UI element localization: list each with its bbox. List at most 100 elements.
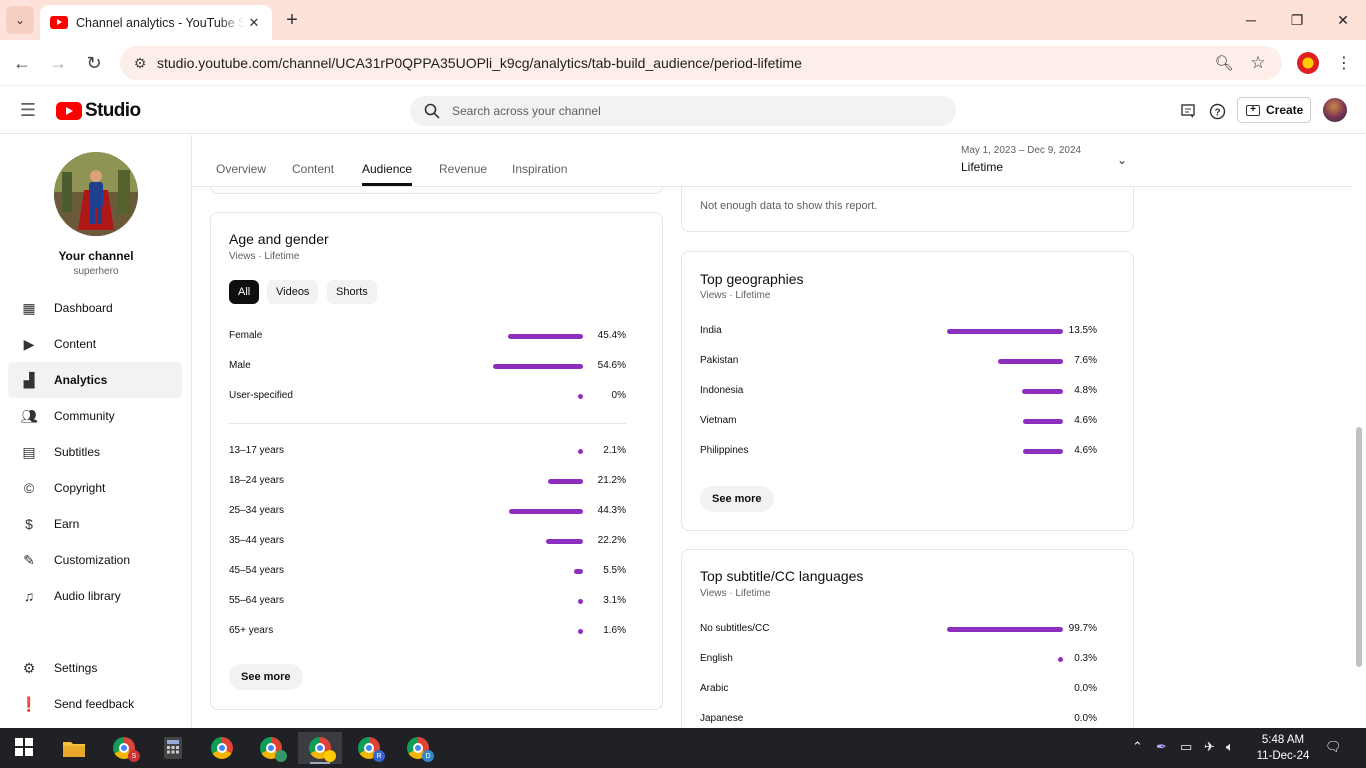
sidebar-item-audio-library[interactable]: ♫ Audio library — [8, 578, 182, 614]
search-icon[interactable] — [422, 101, 442, 121]
help-icon[interactable]: ? — [1204, 98, 1230, 124]
new-tab-icon[interactable]: + — [280, 8, 304, 32]
sidebar: Your channel superhero ▦ Dashboard ▶ Con… — [0, 135, 192, 728]
tab-inspiration[interactable]: Inspiration — [512, 162, 567, 186]
channel-avatar[interactable] — [54, 152, 138, 236]
bookmark-star-icon[interactable]: ☆ — [1246, 51, 1270, 75]
row-value: 4.8% — [1074, 385, 1097, 396]
browser-tab[interactable]: Channel analytics - YouTube Studio ✕ — [40, 5, 272, 40]
row-label: User-specified — [229, 390, 293, 401]
browser-profile-avatar[interactable] — [1297, 52, 1319, 74]
studio-header: ☰ Studio ? + Create — [0, 86, 1366, 134]
sidebar-item-label: Send feedback — [54, 697, 135, 711]
row-bar — [548, 479, 583, 484]
geographies-see-more-button[interactable]: See more — [700, 486, 774, 512]
chrome-profile-d-icon[interactable]: D — [396, 732, 440, 764]
sidebar-item-label: Content — [54, 337, 97, 351]
windows-start-icon[interactable] — [8, 738, 40, 758]
card-subtitle: Views · Lifetime — [700, 290, 771, 301]
row-bar — [1022, 389, 1063, 394]
age-gender-see-more-button[interactable]: See more — [229, 664, 303, 690]
row-value: 4.6% — [1074, 445, 1097, 456]
chevron-down-icon[interactable]: ⌄ — [1113, 151, 1131, 169]
sidebar-item-label: Settings — [54, 661, 98, 675]
sidebar-item-dashboard[interactable]: ▦ Dashboard — [8, 290, 182, 326]
tab-overview[interactable]: Overview — [216, 162, 266, 186]
row-label: 13–17 years — [229, 445, 285, 456]
close-tab-icon[interactable]: ✕ — [244, 13, 264, 33]
system-clock[interactable]: 5:48 AM 11-Dec-24 — [1250, 732, 1316, 764]
comments-icon[interactable] — [1175, 98, 1201, 124]
chevron-up-icon[interactable]: ⌃ — [1132, 739, 1143, 755]
scrollbar-thumb[interactable] — [1356, 427, 1362, 667]
row-bar — [509, 509, 583, 514]
browser-menu-icon[interactable]: ⋮ — [1333, 52, 1355, 74]
sidebar-item-settings[interactable]: ⚙ Settings — [8, 650, 182, 686]
notifications-icon[interactable]: 🗨︎ — [1325, 739, 1342, 755]
back-icon[interactable]: ← — [8, 49, 36, 77]
row-label: Vietnam — [700, 415, 737, 426]
row-label: English — [700, 653, 733, 664]
sidebar-item-label: Subtitles — [54, 445, 101, 459]
copyright-icon: © — [23, 480, 35, 496]
tab-search-chevron-icon[interactable]: ⌄ — [6, 6, 34, 34]
create-button[interactable]: + Create — [1237, 97, 1311, 123]
sidebar-item-customization[interactable]: ✎ Customization — [8, 542, 182, 578]
reload-icon[interactable]: ↻ — [80, 49, 108, 77]
airplane-mode-icon[interactable]: ✈ — [1204, 739, 1215, 755]
site-info-icon[interactable]: ⚙ — [128, 51, 152, 75]
card-title: Top geographies — [700, 271, 804, 287]
row-value: 45.4% — [597, 330, 626, 341]
account-avatar[interactable] — [1323, 98, 1347, 122]
sidebar-item-analytics[interactable]: ▟ Analytics — [8, 362, 182, 398]
zoom-icon[interactable]: 🔍︎ — [1212, 51, 1236, 75]
sidebar-item-send-feedback[interactable]: ❗ Send feedback — [8, 686, 182, 722]
file-explorer-icon[interactable] — [52, 732, 96, 764]
sidebar-item-earn[interactable]: $ Earn — [8, 506, 182, 542]
restore-icon[interactable]: ❐ — [1274, 6, 1320, 34]
search-input[interactable] — [452, 96, 932, 126]
address-bar[interactable]: ⚙ studio.youtube.com/channel/UCA31rP0QPP… — [120, 46, 1282, 80]
calculator-icon[interactable] — [151, 732, 195, 764]
analytics-icon: ▟ — [23, 371, 35, 388]
row-label: Male — [229, 360, 251, 371]
row-bar — [1023, 419, 1063, 424]
hamburger-menu-icon[interactable]: ☰ — [16, 98, 40, 122]
row-label: 35–44 years — [229, 535, 285, 546]
row-value: 21.2% — [597, 475, 626, 486]
chrome-profile-s-icon[interactable]: S — [102, 732, 146, 764]
age-gender-card: Age and gender Views · Lifetime All Vide… — [210, 212, 663, 710]
sidebar-item-community[interactable]: 👥︎ Community — [8, 398, 182, 434]
feedback-icon: ❗ — [20, 695, 38, 712]
battery-icon[interactable]: ▭ — [1180, 739, 1192, 755]
row-value: 3.1% — [603, 595, 626, 606]
scrollbar[interactable] — [1356, 187, 1364, 728]
sidebar-item-subtitles[interactable]: ▤ Subtitles — [8, 434, 182, 470]
sidebar-item-copyright[interactable]: © Copyright — [8, 470, 182, 506]
chrome-profile-icon[interactable] — [249, 732, 293, 764]
clock-date: 11-Dec-24 — [1256, 750, 1310, 762]
forward-icon[interactable]: → — [44, 49, 72, 77]
chrome-active-icon[interactable] — [298, 732, 342, 764]
tab-audience[interactable]: Audience — [362, 162, 413, 186]
filter-videos[interactable]: Videos — [267, 280, 319, 304]
filter-all[interactable]: All — [229, 280, 260, 304]
filter-shorts[interactable]: Shorts — [327, 280, 377, 304]
tab-revenue[interactable]: Revenue — [439, 162, 487, 186]
minimize-icon[interactable]: ─ — [1228, 6, 1274, 34]
chrome-icon[interactable] — [200, 732, 244, 764]
pen-icon[interactable]: ✒ — [1156, 739, 1167, 755]
channel-name[interactable]: Your channel — [0, 249, 192, 263]
subtitle-languages-card: Top subtitle/CC languages Views · Lifeti… — [681, 549, 1134, 728]
bar-row: Male 54.6% — [229, 360, 626, 376]
studio-logo[interactable]: Studio — [56, 100, 141, 122]
window-close-icon[interactable]: ✕ — [1320, 6, 1366, 34]
volume-icon[interactable]: 🔈︎ — [1226, 739, 1234, 755]
sidebar-item-content[interactable]: ▶ Content — [8, 326, 182, 362]
row-bar — [578, 629, 583, 634]
tab-content[interactable]: Content — [292, 162, 334, 186]
chrome-profile-r-icon[interactable]: R — [347, 732, 391, 764]
url-text[interactable]: studio.youtube.com/channel/UCA31rP0QPPA3… — [157, 55, 802, 71]
bar-row: Pakistan 7.6% — [700, 355, 1097, 371]
row-value: 2.1% — [603, 445, 626, 456]
